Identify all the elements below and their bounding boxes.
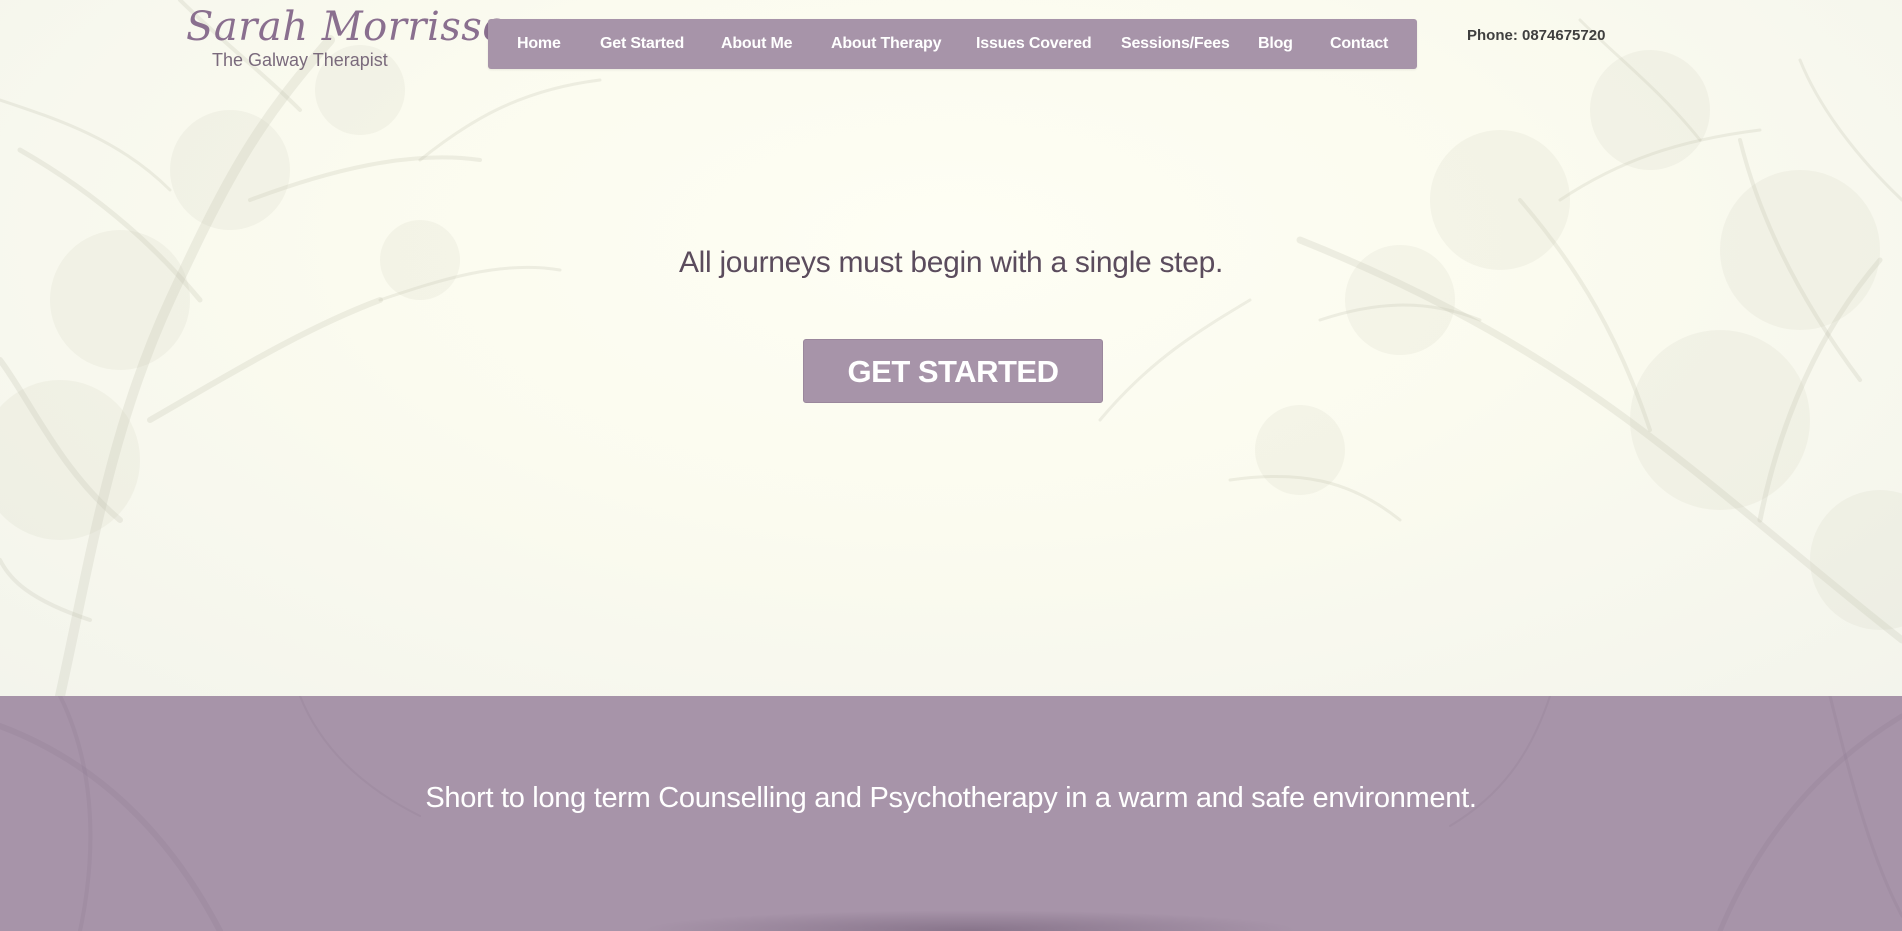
nav-item-home[interactable]: Home [517,19,561,69]
site-logo[interactable]: Sarah Morrissey The Galway Therapist [186,4,529,72]
nav-item-contact[interactable]: Contact [1330,19,1388,69]
hero-heading: All journeys must begin with a single st… [678,246,1224,279]
logo-name: Sarah Morrissey [186,4,530,50]
nav-item-sessions-fees[interactable]: Sessions/Fees [1121,19,1230,69]
get-started-button[interactable]: GET STARTED [803,339,1103,403]
page: Sarah Morrissey The Galway Therapist Hom… [0,0,1902,931]
nav-item-about-me[interactable]: About Me [721,19,792,69]
intro-text: Short to long term Counselling and Psych… [425,782,1477,814]
intro-band: Short to long term Counselling and Psych… [0,696,1902,931]
nav-item-about-therapy[interactable]: About Therapy [831,19,941,69]
phone-number[interactable]: Phone: 0874675720 [1467,27,1605,44]
nav-item-blog[interactable]: Blog [1258,19,1293,69]
main-navigation: Home Get Started About Me About Therapy … [488,19,1417,69]
logo-tagline: The Galway Therapist [212,50,388,70]
nav-item-issues-covered[interactable]: Issues Covered [976,19,1092,69]
nav-item-get-started[interactable]: Get Started [600,19,684,69]
